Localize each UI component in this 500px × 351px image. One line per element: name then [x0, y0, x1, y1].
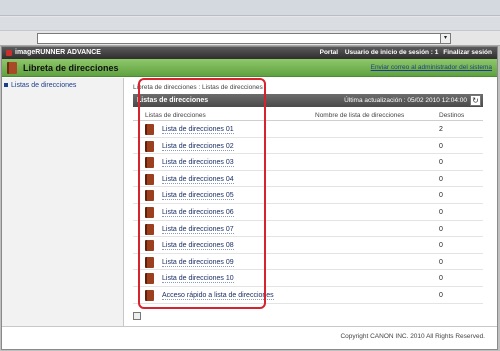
- address-list-link[interactable]: Lista de direcciones 02: [162, 143, 234, 151]
- page-title-bar: Libreta de direcciones Enviar correo al …: [2, 59, 497, 77]
- section-title: Listas de direcciones: [137, 97, 209, 104]
- portal-link[interactable]: Portal: [320, 49, 338, 56]
- table-row: Lista de direcciones 09 0: [133, 254, 483, 271]
- table-row: Acceso rápido a lista de direcciones 0: [133, 287, 483, 304]
- address-list-icon: [145, 206, 154, 218]
- address-list-link[interactable]: Lista de direcciones 01: [162, 126, 234, 134]
- address-dropdown-button[interactable]: ▾: [440, 33, 451, 44]
- address-list-icon: [145, 289, 154, 301]
- table-row: Lista de direcciones 03 0: [133, 154, 483, 171]
- column-header-list-name: Nombre de lista de direcciones: [315, 112, 405, 119]
- address-book-icon: [7, 62, 17, 74]
- refresh-icon[interactable]: ↻: [470, 95, 481, 106]
- table-row: Lista de direcciones 10 0: [133, 270, 483, 287]
- browser-menu-strip: [0, 0, 500, 16]
- address-field[interactable]: [37, 33, 451, 44]
- table-row: Lista de direcciones 02 0: [133, 138, 483, 155]
- table-row: Lista de direcciones 06 0: [133, 204, 483, 221]
- address-list-icon: [145, 190, 154, 202]
- sidebar-item-label: Listas de direcciones: [11, 82, 77, 89]
- destinations-count: 0: [439, 275, 443, 283]
- sidebar-item-address-lists[interactable]: Listas de direcciones: [4, 82, 122, 92]
- bullet-icon: [4, 83, 8, 88]
- page-title: Libreta de direcciones: [23, 63, 119, 73]
- address-list-link[interactable]: Lista de direcciones 09: [162, 259, 234, 267]
- breadcrumb: Libreta de direcciones : Listas de direc…: [133, 84, 263, 91]
- address-list-icon: [145, 140, 154, 152]
- address-list-icon: [145, 240, 154, 252]
- last-updated-label: Última actualización : 05/02 2010 12:04:…: [344, 97, 467, 104]
- login-user-label: Usuario de inicio de sesión : 1: [344, 49, 439, 56]
- address-list-icon: [145, 157, 154, 169]
- section-header: Listas de direcciones Última actualizaci…: [133, 94, 483, 107]
- destinations-count: 2: [439, 126, 443, 133]
- footer: Copyright CANON INC. 2010 All Rights Res…: [2, 326, 497, 348]
- address-list-link[interactable]: Lista de direcciones 05: [162, 192, 234, 201]
- destinations-count: 0: [439, 159, 443, 167]
- table-header: Listas de direcciones Nombre de lista de…: [133, 109, 483, 121]
- quick-access-list-link[interactable]: Acceso rápido a lista de direcciones: [162, 292, 274, 300]
- logout-link[interactable]: Finalizar sesión: [443, 49, 492, 56]
- table-row: Lista de direcciones 07 0: [133, 221, 483, 238]
- column-header-lists: Listas de direcciones: [145, 112, 206, 119]
- brand-name: imageRUNNER ADVANCE: [15, 49, 101, 56]
- address-list-table: Listas de direcciones Nombre de lista de…: [133, 109, 483, 304]
- address-list-icon: [145, 256, 154, 268]
- destinations-count: 0: [439, 291, 443, 299]
- brand-bar: imageRUNNER ADVANCE Portal Usuario de in…: [2, 47, 497, 59]
- table-row: Lista de direcciones 01 2: [133, 121, 483, 138]
- address-list-icon: [145, 173, 154, 185]
- table-row: Lista de direcciones 08 0: [133, 237, 483, 254]
- address-list-icon: [145, 124, 154, 135]
- sidebar: Listas de direcciones: [2, 78, 124, 326]
- destinations-count: 0: [439, 208, 443, 216]
- address-list-link[interactable]: Lista de direcciones 08: [162, 242, 234, 251]
- scroll-top-icon[interactable]: [133, 312, 141, 320]
- browser-chrome: ▾: [0, 0, 500, 46]
- browser-toolbar-strip: [0, 17, 500, 31]
- column-header-destinations: Destinos: [439, 112, 465, 119]
- address-list-link[interactable]: Lista de direcciones 03: [162, 159, 234, 168]
- destinations-count: 0: [439, 142, 443, 150]
- destinations-count: 0: [439, 225, 443, 233]
- mail-admin-link[interactable]: Enviar correo al administrador del siste…: [371, 64, 492, 71]
- address-list-link[interactable]: Lista de direcciones 04: [162, 176, 234, 184]
- address-list-icon: [145, 223, 154, 235]
- address-list-icon: [145, 273, 154, 285]
- address-list-link[interactable]: Lista de direcciones 07: [162, 226, 234, 234]
- destinations-count: 0: [439, 258, 443, 266]
- app-frame: imageRUNNER ADVANCE Portal Usuario de in…: [1, 46, 498, 350]
- destinations-count: 0: [439, 242, 443, 250]
- destinations-count: 0: [439, 175, 443, 183]
- table-row: Lista de direcciones 04 0: [133, 171, 483, 188]
- copyright-text: Copyright CANON INC. 2010 All Rights Res…: [340, 333, 485, 340]
- address-list-link[interactable]: Lista de direcciones 10: [162, 275, 234, 284]
- table-row: Lista de direcciones 05 0: [133, 187, 483, 204]
- address-list-link[interactable]: Lista de direcciones 06: [162, 209, 234, 217]
- canon-logo-icon: [6, 50, 12, 56]
- destinations-count: 0: [439, 192, 443, 200]
